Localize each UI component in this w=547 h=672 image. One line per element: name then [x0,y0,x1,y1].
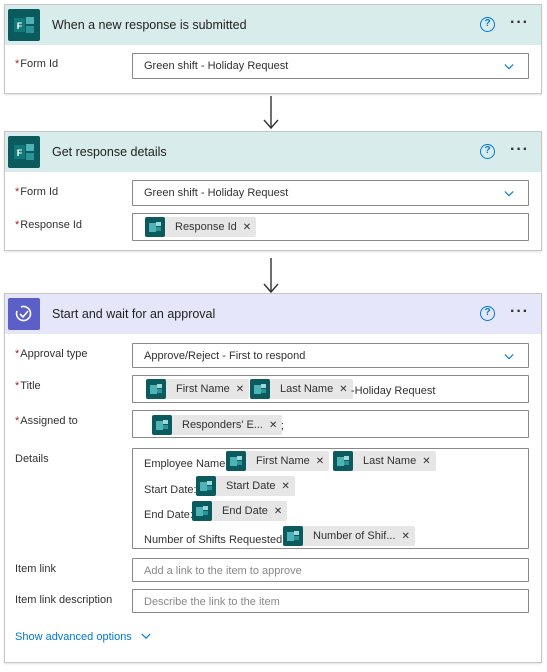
assigned-to-label: *Assigned to [15,415,78,427]
svg-text:F: F [17,21,23,31]
last-name-token[interactable]: Last Name ✕ [333,451,436,471]
details-field[interactable]: Employee Name: First Name ✕ Last Name ✕ … [132,448,529,549]
item-link-description-input[interactable]: Describe the link to the item [132,589,529,613]
show-advanced-options-link[interactable]: Show advanced options [15,631,151,643]
form-id-dropdown[interactable]: Green shift - Holiday Request [132,180,529,206]
forms-icon [250,379,270,399]
end-date-token[interactable]: End Date ✕ [192,501,288,521]
forms-icon [283,526,303,546]
forms-icon [146,379,166,399]
forms-icon [152,415,172,435]
form-id-value: Green shift - Holiday Request [144,60,289,72]
assigned-to-field[interactable]: Responders' E... ✕ ; [132,410,529,438]
flow-arrow-icon [263,258,279,294]
chevron-down-icon [504,354,514,360]
form-id-dropdown[interactable]: Green shift - Holiday Request [132,53,529,79]
trigger-header[interactable]: F When a new response is submitted ? ··· [5,5,541,45]
get-details-header[interactable]: F Get response details ? ··· [5,132,541,172]
title-label: *Title [15,380,41,392]
response-id-token[interactable]: Response Id ✕ [145,217,257,237]
forms-icon [196,476,216,496]
remove-token-icon[interactable]: ✕ [274,506,287,517]
more-options-icon[interactable]: ··· [510,141,529,159]
responders-email-token[interactable]: Responders' E... ✕ [152,415,283,435]
approval-type-label: *Approval type [15,348,88,360]
last-name-token[interactable]: Last Name ✕ [250,379,353,399]
help-icon[interactable]: ? [480,306,495,321]
approval-type-value: Approve/Reject - First to respond [144,350,306,362]
svg-text:F: F [17,148,23,158]
details-label: Details [15,453,49,465]
forms-icon: F [8,136,40,168]
trigger-card: F When a new response is submitted ? ···… [4,4,542,94]
trigger-title: When a new response is submitted [52,18,247,32]
remove-token-icon[interactable]: ✕ [316,456,329,467]
approval-icon [8,298,40,330]
form-id-label: *Form Id [15,186,59,198]
first-name-token[interactable]: First Name ✕ [226,451,330,471]
number-of-shifts-token[interactable]: Number of Shif... ✕ [283,526,415,546]
chevron-down-icon [504,191,514,197]
item-link-description-label: Item link description [15,594,113,606]
assigned-suffix: ; [281,420,285,432]
approval-header[interactable]: Start and wait for an approval ? ··· [5,294,541,334]
approval-type-dropdown[interactable]: Approve/Reject - First to respond [132,343,529,368]
form-id-value: Green shift - Holiday Request [144,187,289,199]
get-details-card: F Get response details ? ··· *Form Id Gr… [4,131,542,251]
get-details-title: Get response details [52,145,167,159]
response-id-field[interactable]: Response Id ✕ [132,213,529,241]
forms-icon [333,451,353,471]
forms-icon [192,501,212,521]
help-icon[interactable]: ? [480,17,495,32]
remove-token-icon[interactable]: ✕ [236,384,249,395]
remove-token-icon[interactable]: ✕ [243,222,256,233]
form-id-label: *Form Id [15,58,59,70]
forms-icon [226,451,246,471]
first-name-token[interactable]: First Name ✕ [146,379,250,399]
remove-token-icon[interactable]: ✕ [422,456,435,467]
forms-icon [145,217,165,237]
title-field[interactable]: First Name ✕ Last Name ✕ -Holiday Reques… [132,375,529,403]
more-options-icon[interactable]: ··· [510,14,529,32]
item-link-label: Item link [15,563,56,575]
more-options-icon[interactable]: ··· [510,303,529,321]
approval-title: Start and wait for an approval [52,307,216,321]
forms-icon: F [8,9,40,41]
remove-token-icon[interactable]: ✕ [282,481,295,492]
chevron-down-icon [504,64,514,70]
title-suffix: -Holiday Request [351,385,436,397]
item-link-input[interactable]: Add a link to the item to approve [132,558,529,582]
chevron-down-icon [141,633,151,639]
help-icon[interactable]: ? [480,144,495,159]
flow-arrow-icon [263,96,279,130]
response-id-label: *Response Id [15,219,83,231]
start-date-token[interactable]: Start Date ✕ [196,476,295,496]
approval-card: Start and wait for an approval ? ··· *Ap… [4,293,542,663]
remove-token-icon[interactable]: ✕ [402,531,415,542]
